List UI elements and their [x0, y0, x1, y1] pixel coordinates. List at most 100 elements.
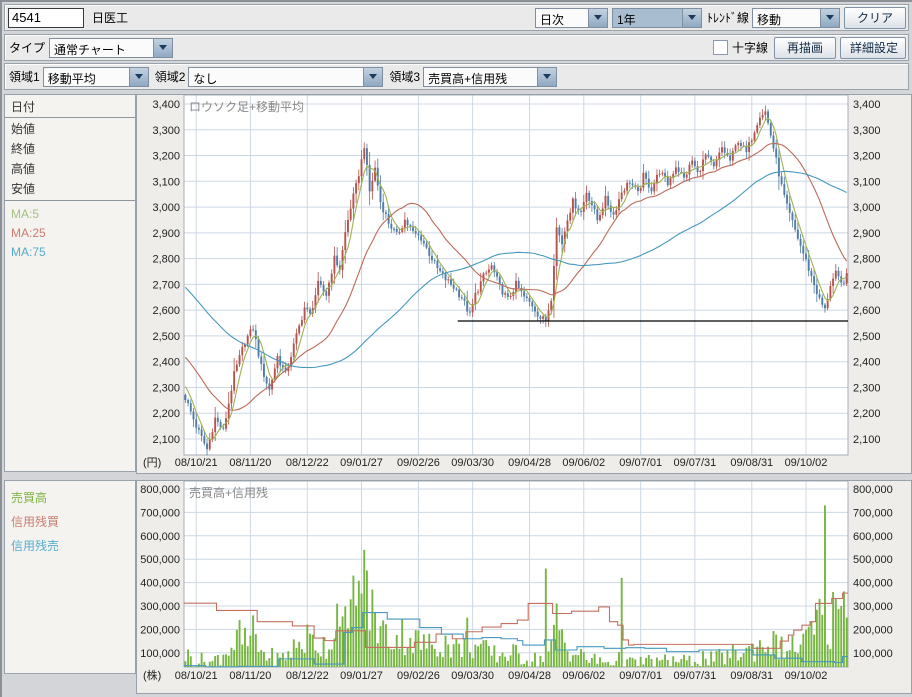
region3-dropdown-value: 売買高+信用残 — [424, 68, 537, 86]
redraw-button[interactable]: 再描画 — [774, 37, 836, 59]
svg-text:2,500: 2,500 — [853, 331, 881, 343]
sidebar-divider — [5, 200, 135, 201]
svg-text:(株): (株) — [143, 668, 161, 682]
toolbar-row-1: 日医工 日次 1年 ﾄﾚﾝﾄﾞ線 移動 クリア — [4, 4, 909, 31]
chart-type-dropdown[interactable]: 通常チャート — [49, 38, 173, 58]
svg-text:09/10/02: 09/10/02 — [785, 670, 828, 682]
chevron-down-icon[interactable] — [537, 68, 556, 86]
stock-code-input[interactable] — [8, 8, 84, 28]
ma25-legend-label: MA:25 — [5, 222, 135, 241]
toolbar-row-3: 領域1 移動平均 領域2 なし 領域3 売買高+信用残 — [4, 63, 909, 90]
close-price-label: 終値 — [5, 138, 135, 158]
trendline-type-dropdown[interactable]: 移動 — [752, 8, 840, 28]
chart-application-window: 日医工 日次 1年 ﾄﾚﾝﾄﾞ線 移動 クリア タイプ 通常チャート 十字線 再… — [0, 0, 912, 697]
svg-text:3,000: 3,000 — [152, 202, 180, 214]
price-info-sidebar: 日付 始値 終値 高値 安値 MA:5 MA:25 MA:75 — [4, 94, 136, 472]
svg-text:09/04/28: 09/04/28 — [508, 457, 551, 469]
svg-text:09/04/28: 09/04/28 — [508, 670, 551, 682]
svg-text:09/02/26: 09/02/26 — [397, 457, 440, 469]
range-dropdown-value: 1年 — [613, 9, 682, 27]
svg-text:08/12/22: 08/12/22 — [286, 670, 329, 682]
svg-text:09/01/27: 09/01/27 — [340, 670, 383, 682]
svg-text:2,800: 2,800 — [853, 254, 881, 266]
region2-label: 領域2 — [155, 68, 186, 85]
region2-dropdown-value: なし — [189, 68, 363, 86]
svg-text:2,100: 2,100 — [853, 434, 881, 446]
svg-text:100,000: 100,000 — [853, 648, 893, 660]
volume-legend-sidebar: 売買高 信用残買 信用残売 — [4, 480, 136, 674]
margin-buy-legend-label: 信用残買 — [5, 507, 135, 531]
svg-text:2,700: 2,700 — [152, 279, 180, 291]
range-dropdown[interactable]: 1年 — [612, 8, 702, 28]
svg-text:800,000: 800,000 — [853, 484, 893, 496]
svg-text:09/08/31: 09/08/31 — [730, 670, 773, 682]
svg-text:700,000: 700,000 — [853, 507, 893, 519]
svg-text:200,000: 200,000 — [140, 624, 180, 636]
chevron-down-icon[interactable] — [129, 68, 148, 86]
svg-text:300,000: 300,000 — [140, 601, 180, 613]
svg-text:400,000: 400,000 — [140, 578, 180, 590]
frequency-dropdown-value: 日次 — [536, 9, 588, 27]
svg-text:2,700: 2,700 — [853, 279, 881, 291]
settings-button[interactable]: 詳細設定 — [840, 37, 906, 59]
svg-text:2,600: 2,600 — [152, 305, 180, 317]
svg-text:08/11/20: 08/11/20 — [229, 670, 271, 682]
volume-chart-canvas[interactable]: 100,000100,000200,000200,000300,000300,0… — [137, 481, 911, 693]
svg-text:09/03/30: 09/03/30 — [451, 457, 494, 469]
svg-text:300,000: 300,000 — [853, 601, 893, 613]
svg-text:09/06/02: 09/06/02 — [562, 670, 605, 682]
svg-text:3,100: 3,100 — [853, 176, 881, 188]
svg-text:ロウソク足+移動平均: ロウソク足+移動平均 — [189, 100, 304, 114]
svg-text:500,000: 500,000 — [853, 554, 893, 566]
trendline-label: ﾄﾚﾝﾄﾞ線 — [707, 9, 749, 26]
chevron-down-icon[interactable] — [820, 9, 839, 27]
date-header: 日付 — [5, 95, 135, 118]
region3-label: 領域3 — [389, 68, 420, 85]
trendline-dropdown-value: 移動 — [753, 9, 820, 27]
svg-text:100,000: 100,000 — [140, 648, 180, 660]
region2-dropdown[interactable]: なし — [188, 67, 383, 87]
svg-text:2,200: 2,200 — [853, 408, 881, 420]
crosshair-checkbox[interactable] — [713, 40, 728, 55]
chevron-down-icon[interactable] — [153, 39, 172, 57]
svg-text:08/12/22: 08/12/22 — [286, 457, 329, 469]
open-price-label: 始値 — [5, 118, 135, 138]
svg-text:2,300: 2,300 — [853, 382, 881, 394]
svg-text:2,500: 2,500 — [152, 331, 180, 343]
crosshair-label: 十字線 — [732, 39, 768, 56]
margin-sell-legend-label: 信用残売 — [5, 531, 135, 555]
frequency-dropdown[interactable]: 日次 — [535, 8, 608, 28]
ma75-legend-label: MA:75 — [5, 241, 135, 260]
clear-button[interactable]: クリア — [844, 7, 906, 29]
region1-dropdown-value: 移動平均 — [44, 68, 129, 86]
svg-text:500,000: 500,000 — [140, 554, 180, 566]
svg-text:09/07/01: 09/07/01 — [619, 670, 662, 682]
chevron-down-icon[interactable] — [588, 9, 607, 27]
svg-text:3,300: 3,300 — [152, 125, 180, 137]
svg-text:2,600: 2,600 — [853, 305, 881, 317]
svg-text:400,000: 400,000 — [853, 578, 893, 590]
high-price-label: 高値 — [5, 158, 135, 178]
region1-label: 領域1 — [9, 68, 40, 85]
svg-text:09/02/26: 09/02/26 — [397, 670, 440, 682]
svg-text:3,000: 3,000 — [853, 202, 881, 214]
ma5-legend-label: MA:5 — [5, 204, 135, 222]
svg-text:600,000: 600,000 — [140, 531, 180, 543]
chevron-down-icon[interactable] — [363, 68, 382, 86]
main-chart-canvas[interactable]: 2,1002,1002,2002,2002,3002,3002,4002,400… — [137, 95, 911, 473]
volume-legend-label: 売買高 — [5, 481, 135, 507]
region1-dropdown[interactable]: 移動平均 — [43, 67, 149, 87]
svg-text:3,100: 3,100 — [152, 176, 180, 188]
svg-text:700,000: 700,000 — [140, 507, 180, 519]
svg-text:2,100: 2,100 — [152, 434, 180, 446]
svg-text:(円): (円) — [143, 457, 161, 469]
svg-text:08/10/21: 08/10/21 — [175, 670, 218, 682]
svg-text:3,400: 3,400 — [853, 99, 881, 111]
region3-dropdown[interactable]: 売買高+信用残 — [423, 67, 557, 87]
svg-text:800,000: 800,000 — [140, 484, 180, 496]
type-label: タイプ — [9, 39, 45, 56]
chevron-down-icon[interactable] — [682, 9, 701, 27]
svg-text:09/10/02: 09/10/02 — [785, 457, 828, 469]
svg-text:3,400: 3,400 — [152, 99, 180, 111]
svg-text:09/08/31: 09/08/31 — [730, 457, 773, 469]
